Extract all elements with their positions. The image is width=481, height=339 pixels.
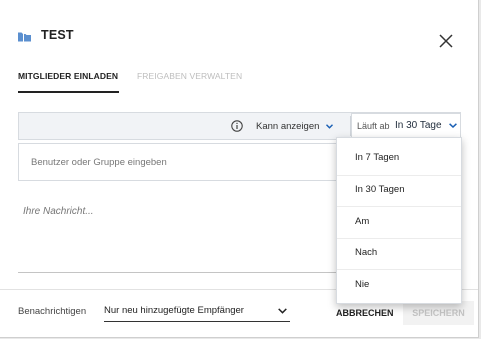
save-button[interactable]: SPEICHERN: [403, 301, 474, 325]
folder-share-icon: [18, 32, 31, 42]
expiry-option-after[interactable]: Nach: [337, 237, 461, 268]
chevron-down-icon[interactable]: [326, 124, 333, 129]
expiry-prefix-label: Läuft ab: [357, 121, 390, 131]
tab-manage-shares[interactable]: FREIGABEN VERWALTEN: [137, 71, 242, 81]
chevron-down-icon[interactable]: [278, 308, 287, 314]
expiry-dropdown-menu: In 7 Tagen In 30 Tagen Am Nach Nie: [336, 137, 462, 304]
expiry-option-on-date[interactable]: Am: [337, 206, 461, 237]
message-underline: [18, 272, 336, 273]
notify-value[interactable]: Nur neu hinzugefügte Empfänger: [104, 305, 244, 316]
dialog-title: TEST: [41, 28, 74, 42]
permission-select[interactable]: Kann anzeigen: [256, 121, 319, 132]
notify-select[interactable]: Nur neu hinzugefügte Empfänger: [104, 304, 290, 322]
tab-invite-members[interactable]: MITGLIEDER EINLADEN: [18, 71, 118, 81]
close-icon[interactable]: [438, 33, 454, 49]
chevron-down-icon[interactable]: [449, 123, 457, 128]
expiry-option-never[interactable]: Nie: [337, 269, 461, 300]
expiry-option-7-days[interactable]: In 7 Tagen: [337, 142, 461, 173]
message-input[interactable]: Ihre Nachricht...: [23, 206, 94, 217]
notify-label: Benachrichtigen: [18, 306, 87, 317]
share-dialog: TEST MITGLIEDER EINLADEN FREIGABEN VERWA…: [0, 0, 479, 338]
info-icon[interactable]: [231, 120, 243, 132]
user-group-input[interactable]: [18, 143, 336, 181]
expiry-value[interactable]: In 30 Tage: [395, 120, 442, 131]
expiry-option-30-days[interactable]: In 30 Tagen: [337, 174, 461, 205]
active-tab-indicator: [18, 91, 119, 93]
cancel-button[interactable]: ABBRECHEN: [336, 308, 394, 318]
